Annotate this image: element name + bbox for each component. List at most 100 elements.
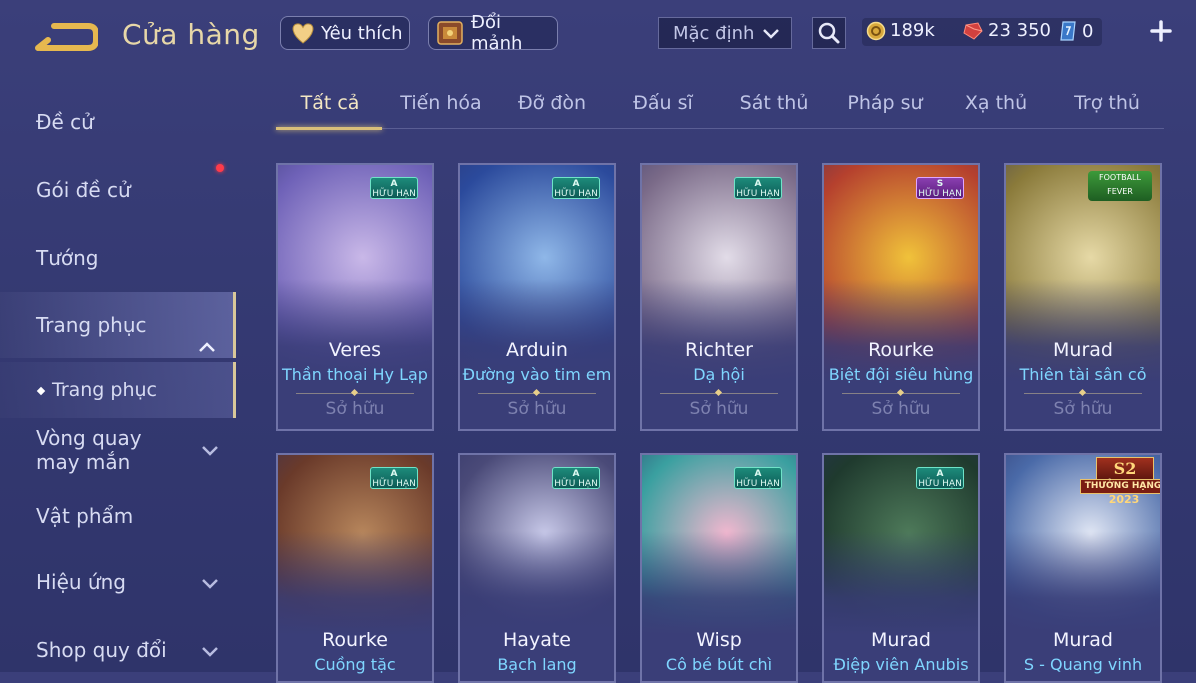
card-divider — [478, 393, 596, 394]
sidebar-item-effects[interactable]: Hiệu ứng — [0, 570, 236, 596]
active-tab-indicator — [276, 127, 382, 130]
sidebar-item-heroes[interactable]: Tướng — [0, 246, 236, 270]
skin-card[interactable]: A HỮU HẠN Murad Điệp viên Anubis — [822, 453, 980, 683]
hero-name: Hayate — [503, 629, 571, 651]
voucher-currency: 0 — [1058, 20, 1093, 42]
tab-all[interactable]: Tất cả — [301, 92, 360, 114]
season-reward-tag: S2 THƯỞNG HẠNG 2023 — [1076, 457, 1160, 506]
card-divider — [660, 393, 778, 394]
chevron-down-icon — [200, 574, 220, 598]
skin-card[interactable]: A HỮU HẠN Hayate Bạch lang — [458, 453, 616, 683]
owned-label: Sở hữu — [507, 399, 567, 419]
top-bar: Cửa hàng Yêu thích Đổi mảnh Mặc định 189… — [0, 0, 1196, 72]
voucher-icon — [1058, 20, 1078, 42]
sidebar-subitem-skins[interactable]: Trang phục — [0, 362, 236, 418]
ruby-icon — [962, 21, 984, 41]
rank-badge: A HỮU HẠN — [552, 177, 600, 199]
sidebar-subitem-label: Trang phục — [52, 379, 158, 401]
sidebar-item-exchange-shop[interactable]: Shop quy đổi — [0, 638, 236, 664]
sort-dropdown[interactable]: Mặc định — [658, 17, 792, 49]
page-title: Cửa hàng — [122, 18, 260, 51]
ruby-currency: 23 350 — [962, 20, 1051, 41]
rank-badge: S HỮU HẠN — [916, 177, 964, 199]
hero-name: Veres — [328, 339, 382, 361]
heart-icon — [289, 21, 317, 45]
add-currency-button[interactable] — [1148, 16, 1174, 46]
sidebar: Đề cử Gói đề cử Tướng Trang phục Trang p… — [0, 72, 236, 672]
skin-card[interactable]: A HỮU HẠN Rourke Cuồng tặc — [276, 453, 434, 683]
ruby-amount: 23 350 — [988, 20, 1051, 41]
chevron-down-icon — [200, 441, 220, 465]
tab-tank[interactable]: Đỡ đòn — [518, 92, 586, 114]
notification-dot — [216, 164, 224, 172]
hero-name: Rourke — [868, 339, 934, 361]
gold-coin-icon — [866, 21, 886, 41]
sidebar-item-lucky-spin[interactable]: Vòng quay may mắn — [0, 426, 236, 474]
tab-evolution[interactable]: Tiến hóa — [400, 92, 481, 114]
rank-badge: A HỮU HẠN — [734, 177, 782, 199]
owned-label: Sở hữu — [1053, 399, 1113, 419]
card-divider — [842, 393, 960, 394]
skin-name: Cô bé bút chì — [665, 655, 773, 674]
skin-name: Dạ hội — [693, 365, 745, 384]
hero-name: Murad — [1053, 339, 1113, 361]
chevron-down-icon — [761, 23, 781, 48]
skin-card[interactable]: S HỮU HẠN Rourke Biệt đội siêu hùng Sở hữu — [822, 163, 980, 431]
hero-name: Murad — [871, 629, 931, 651]
skin-card[interactable]: A HỮU HẠN Veres Thần thoại Hy Lạp Sở hữu — [276, 163, 434, 431]
sidebar-item-skins[interactable]: Trang phục — [0, 292, 236, 358]
owned-label: Sở hữu — [689, 399, 749, 419]
event-tag: FOOTBALL FEVER — [1088, 171, 1152, 201]
sidebar-item-label: Gói đề cử — [36, 178, 131, 202]
sidebar-item-featured[interactable]: Đề cử — [0, 110, 236, 134]
tab-mage[interactable]: Pháp sư — [847, 92, 922, 114]
hero-name: Richter — [685, 339, 753, 361]
hero-name: Arduin — [506, 339, 568, 361]
card-divider — [296, 393, 414, 394]
search-button[interactable] — [812, 17, 846, 49]
plus-icon — [1150, 20, 1172, 42]
skin-card[interactable]: S2 THƯỞNG HẠNG 2023 Murad S - Quang vinh — [1004, 453, 1162, 683]
tab-marksman[interactable]: Xạ thủ — [965, 92, 1027, 114]
hero-name: Wisp — [696, 629, 742, 651]
back-button[interactable] — [34, 20, 99, 56]
sidebar-item-label: Trang phục — [36, 313, 147, 337]
back-arrow-icon — [35, 23, 99, 51]
gold-amount: 189k — [890, 20, 935, 41]
skin-name: Bạch lang — [497, 655, 577, 674]
hero-name: Murad — [1053, 629, 1113, 651]
skin-name: Điệp viên Anubis — [833, 655, 969, 674]
hero-name: Rourke — [322, 629, 388, 651]
skin-name: Đường vào tim em — [462, 365, 612, 384]
sidebar-item-bundles[interactable]: Gói đề cử — [0, 178, 236, 202]
skin-card[interactable]: A HỮU HẠN Wisp Cô bé bút chì — [640, 453, 798, 683]
sidebar-item-label: Shop quy đổi — [36, 638, 167, 662]
sort-value: Mặc định — [673, 22, 755, 44]
skin-name: Biệt đội siêu hùng — [828, 365, 974, 384]
tab-support[interactable]: Trợ thủ — [1074, 92, 1140, 114]
owned-label: Sở hữu — [871, 399, 931, 419]
sidebar-item-label: Hiệu ứng — [36, 570, 126, 594]
owned-label: Sở hữu — [325, 399, 385, 419]
skin-card[interactable]: A HỮU HẠN Richter Dạ hội Sở hữu — [640, 163, 798, 431]
rank-badge: A HỮU HẠN — [734, 467, 782, 489]
sidebar-item-label: Vòng quay may mắn — [36, 426, 142, 474]
exchange-fragments-button[interactable]: Đổi mảnh — [428, 12, 558, 54]
tab-fighter[interactable]: Đấu sĩ — [633, 92, 693, 114]
search-icon — [818, 22, 840, 44]
sidebar-item-label: Tướng — [36, 246, 99, 270]
skin-card[interactable]: FOOTBALL FEVER Murad Thiên tài sân cỏ Sở hữ… — [1004, 163, 1162, 431]
skin-card[interactable]: A HỮU HẠN Arduin Đường vào tim em Sở hữu — [458, 163, 616, 431]
skin-name: Thần thoại Hy Lạp — [282, 365, 428, 384]
skin-name: Thiên tài sân cỏ — [1019, 365, 1147, 384]
exchange-label: Đổi mảnh — [471, 12, 523, 54]
rank-badge: A HỮU HẠN — [370, 177, 418, 199]
tab-assassin[interactable]: Sát thủ — [740, 92, 809, 114]
sidebar-item-items[interactable]: Vật phẩm — [0, 504, 236, 528]
card-divider — [1024, 393, 1142, 394]
fragment-chest-icon — [435, 18, 467, 48]
rank-badge: A HỮU HẠN — [370, 467, 418, 489]
skin-name: S - Quang vinh — [1023, 655, 1143, 674]
favorites-button[interactable]: Yêu thích — [280, 16, 410, 50]
rank-badge: A HỮU HẠN — [916, 467, 964, 489]
